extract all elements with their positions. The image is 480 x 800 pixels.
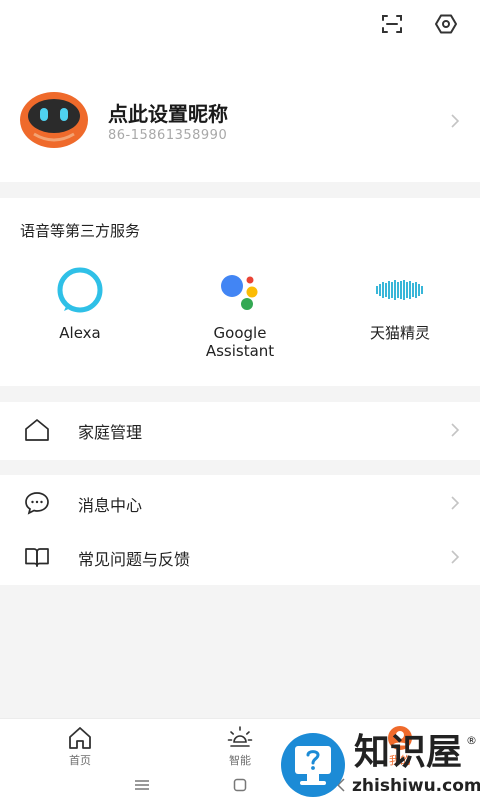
service-google-assistant[interactable]: Google Assistant — [160, 266, 320, 360]
menu-item-faq-feedback[interactable]: 常见问题与反馈 — [0, 529, 480, 585]
menu-item-label: 消息中心 — [78, 496, 143, 515]
nickname-label[interactable]: 点此设置昵称 — [108, 98, 228, 127]
phone-number: 86-15861358990 — [108, 128, 228, 143]
chat-bubble-icon — [25, 492, 49, 515]
service-label: 天猫精灵 — [369, 324, 430, 342]
menu-item-message-center[interactable]: 消息中心 — [0, 475, 480, 531]
google-assistant-icon — [221, 275, 258, 310]
scan-icon[interactable] — [380, 12, 404, 36]
chevron-right-icon — [451, 496, 460, 510]
registered-mark: ® — [466, 734, 477, 747]
home-icon — [69, 727, 91, 749]
chevron-right-icon — [451, 550, 460, 564]
menu-item-label: 常见问题与反馈 — [78, 550, 191, 569]
voice-services-card: 语音等第三方服务 Alexa Google Assistant 天猫精灵 — [0, 198, 480, 386]
service-tmall-genie[interactable]: 天猫精灵 — [320, 266, 480, 342]
alexa-icon — [57, 267, 103, 313]
tmall-genie-icon — [376, 280, 423, 300]
home-square-icon[interactable] — [233, 778, 247, 792]
menu-item-home-management[interactable]: 家庭管理 — [0, 402, 480, 458]
watermark-logo-icon — [281, 733, 345, 797]
avatar[interactable] — [20, 92, 88, 148]
messages-faq-card: 消息中心 常见问题与反馈 — [0, 475, 480, 585]
settings-icon[interactable] — [434, 12, 458, 36]
home-management-card: 家庭管理 — [0, 402, 480, 460]
watermark-brand: 知识屋 — [354, 731, 463, 773]
watermark-site: zhishiwu.com — [352, 776, 480, 796]
section-title: 语音等第三方服务 — [20, 222, 141, 240]
service-label: Google Assistant — [205, 324, 275, 360]
service-label: Alexa — [59, 324, 101, 342]
book-icon — [25, 548, 49, 567]
home-icon — [25, 419, 49, 441]
profile-header: 点此设置昵称 86-15861358990 — [0, 0, 480, 182]
chevron-right-icon[interactable] — [450, 114, 460, 128]
menu-icon[interactable] — [134, 779, 150, 791]
menu-item-label: 家庭管理 — [78, 423, 143, 442]
tab-label: 首页 — [69, 754, 91, 767]
tab-label: 智能 — [229, 754, 251, 767]
watermark: 知识屋 ® zhishiwu.com — [280, 730, 480, 800]
tab-home[interactable]: 首页 — [40, 725, 120, 768]
sun-icon — [227, 726, 253, 747]
tab-smart[interactable]: 智能 — [200, 725, 280, 768]
service-alexa[interactable]: Alexa — [0, 266, 160, 342]
chevron-right-icon — [451, 423, 460, 437]
